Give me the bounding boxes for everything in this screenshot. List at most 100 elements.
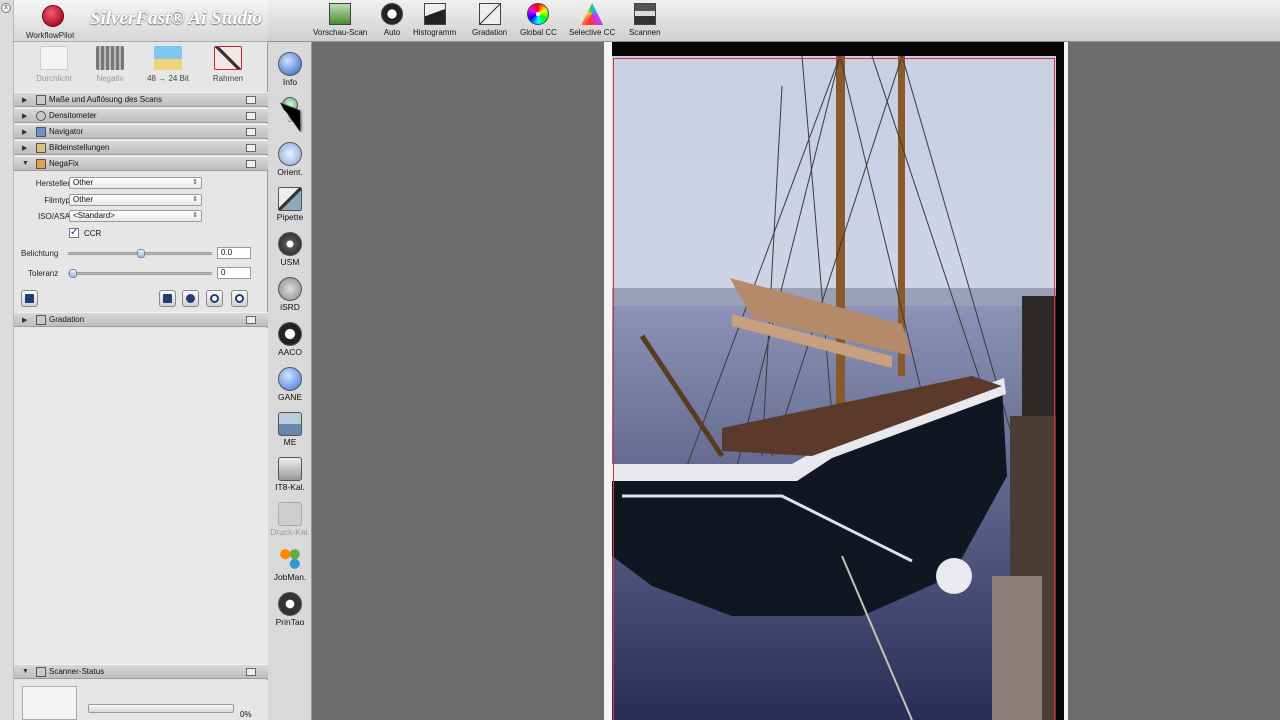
disclosure-triangle-icon[interactable]: ▶ [22, 144, 27, 152]
window-edge-strip: x [0, 0, 14, 720]
section-gradation[interactable]: ▶ Gradation [14, 312, 268, 327]
disclosure-triangle-icon[interactable]: ▶ [22, 128, 27, 136]
tool-label: USM [280, 257, 300, 267]
section-scanner-status[interactable]: ▼ Scanner-Status [14, 664, 268, 679]
belichtung-input[interactable]: 0.0 [217, 247, 251, 259]
section-window-icon[interactable] [246, 128, 256, 136]
section-window-icon[interactable] [246, 144, 256, 152]
selective-cc-button[interactable]: Selective CC [569, 3, 615, 37]
tool-label: GANE [277, 392, 303, 402]
section-title: Maße und Auflösung des Scans [49, 95, 162, 104]
tool-printao[interactable]: PrinTao [268, 592, 312, 627]
mode-label: Rahmen [212, 74, 244, 83]
tool-label: Orient. [277, 167, 303, 177]
toolbar-label: Auto [383, 28, 401, 37]
global-cc-icon [527, 3, 550, 25]
section-negafix[interactable]: ▼ NegaFix [14, 156, 268, 171]
hat-icon [186, 294, 195, 303]
iso-select[interactable]: <Standard> ⇕ [69, 210, 202, 222]
disclosure-triangle-icon[interactable]: ▶ [22, 112, 27, 120]
tool-druck-kal[interactable]: Druck-Kal. [268, 502, 312, 537]
section-navigator[interactable]: ▶ Navigator [14, 124, 268, 139]
section-masse-aufloesung[interactable]: ▶ Maße und Auflösung des Scans [14, 92, 268, 107]
section-window-icon[interactable] [246, 112, 256, 120]
scanner-icon [36, 667, 46, 677]
multi-exposure-icon [278, 412, 302, 436]
disclosure-triangle-icon[interactable]: ▼ [22, 668, 29, 675]
hersteller-row: Hersteller Other ⇕ [14, 176, 268, 192]
belichtung-slider[interactable] [68, 249, 212, 258]
filmtyp-label: Filmtyp [44, 196, 70, 205]
workflow-pilot-label[interactable]: WorkflowPilot [26, 31, 74, 40]
histogram-button[interactable]: Histogramm [413, 3, 456, 37]
disclosure-triangle-icon[interactable]: ▶ [22, 96, 27, 104]
selective-cc-icon [581, 3, 604, 25]
gradation-button[interactable]: Gradation [472, 3, 507, 37]
filmtyp-select[interactable]: Other ⇕ [69, 194, 202, 206]
section-window-icon[interactable] [246, 668, 256, 676]
disclosure-triangle-icon[interactable]: ▼ [22, 160, 29, 167]
app-header: WorkflowPilot SilverFast® Ai Studio [14, 0, 268, 42]
workflow-pilot-icon[interactable] [42, 5, 64, 27]
tool-it8[interactable]: IT8-Kal. [268, 457, 312, 492]
close-icon[interactable]: x [1, 3, 11, 13]
tool-label: IT8-Kal. [275, 482, 305, 492]
tool-isrd[interactable]: iSRD [268, 277, 312, 312]
hersteller-select[interactable]: Other ⇕ [69, 177, 202, 189]
toolbar-label: Scannen [629, 28, 661, 37]
slider-thumb[interactable] [69, 269, 77, 278]
toolbar-label: Vorschau-Scan [313, 28, 368, 37]
slider-thumb[interactable] [137, 249, 145, 258]
mode-bit-depth[interactable]: 48 → 24 Bit [142, 46, 194, 83]
select-arrow-icon: ⇕ [192, 196, 198, 203]
mode-label: 48 → 24 Bit [147, 74, 189, 83]
section-icon [36, 111, 46, 121]
tool-orient[interactable]: Orient. [268, 142, 312, 177]
auto-button[interactable]: Auto [381, 3, 403, 37]
toleranz-slider[interactable] [68, 269, 212, 278]
film-profile-button[interactable] [159, 290, 176, 307]
mode-durchlicht[interactable]: Durchlicht [28, 46, 80, 83]
info-icon [278, 52, 302, 76]
refresh-button[interactable] [231, 290, 248, 307]
mode-negativ[interactable]: Negativ [84, 46, 136, 83]
toolbar-label: Histogramm [413, 28, 457, 37]
section-title: NegaFix [49, 159, 79, 168]
disclosure-triangle-icon[interactable]: ▶ [22, 316, 27, 324]
tool-label: Druck-Kal. [270, 527, 310, 537]
hersteller-value: Other [73, 178, 94, 187]
tool-info[interactable]: Info [268, 52, 312, 87]
global-cc-button[interactable]: Global CC [520, 3, 557, 37]
section-title: Gradation [49, 315, 85, 324]
tool-me[interactable]: ME [268, 412, 312, 447]
save-icon [25, 294, 34, 303]
tool-label: ME [283, 437, 297, 447]
toleranz-input[interactable]: 0 [217, 267, 251, 279]
tool-aaco[interactable]: AACO [268, 322, 312, 357]
prescan-button[interactable]: Vorschau-Scan [313, 3, 367, 37]
tool-jobman[interactable]: JobMan. [268, 547, 312, 582]
scan-thumbnail [22, 686, 77, 720]
hat-button[interactable] [182, 290, 199, 307]
toolbar-label: Global CC [520, 28, 557, 37]
scan-button[interactable]: Scannen [629, 3, 661, 37]
isrd-icon [278, 277, 302, 301]
tool-gane[interactable]: GANE [268, 367, 312, 402]
scanner-status-area: 0% [14, 680, 268, 720]
section-window-icon[interactable] [246, 316, 256, 324]
section-window-icon[interactable] [246, 160, 256, 168]
mode-rahmen[interactable]: Rahmen [202, 46, 254, 83]
tool-label: Pipette [276, 212, 304, 222]
scan-frame-selection[interactable] [613, 58, 1055, 720]
search-button[interactable] [206, 290, 223, 307]
tool-label: Info [282, 77, 298, 87]
section-window-icon[interactable] [246, 96, 256, 104]
tool-pipette[interactable]: Pipette [268, 187, 312, 222]
histogram-icon [423, 3, 446, 25]
section-bildeinstellungen[interactable]: ▶ Bildeinstellungen [14, 140, 268, 155]
tool-usm[interactable]: USM [268, 232, 312, 267]
tool-label: iSRD [280, 302, 300, 312]
section-densitometer[interactable]: ▶ Densitometer [14, 108, 268, 123]
ccr-checkbox[interactable]: ✓ [69, 228, 79, 238]
save-settings-button[interactable] [21, 290, 38, 307]
